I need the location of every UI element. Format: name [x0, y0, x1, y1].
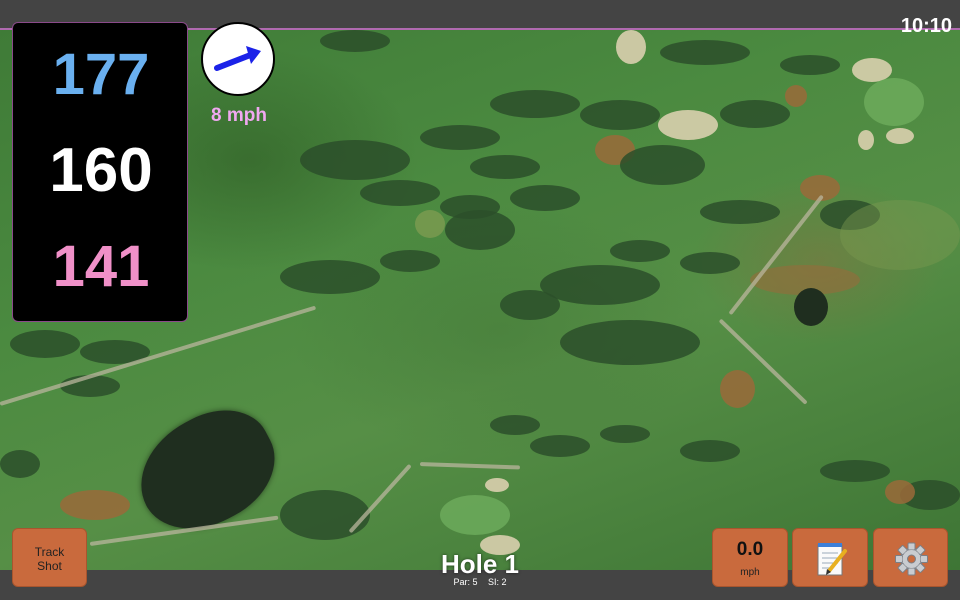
- track-shot-button[interactable]: Track Shot: [12, 528, 87, 587]
- hole-info: Par: 5 SI: 2: [380, 577, 580, 587]
- hole-par: Par: 5: [453, 577, 478, 587]
- wind-indicator[interactable]: [201, 22, 275, 96]
- hole-stroke-index: SI: 2: [488, 577, 507, 587]
- speed-button[interactable]: 0.0 mph: [712, 528, 788, 587]
- gear-icon: [895, 542, 928, 576]
- notepad-icon: [817, 543, 847, 576]
- hole-title: Hole 1: [440, 549, 520, 579]
- distance-middle: 160: [49, 136, 153, 205]
- speed-unit: mph: [740, 567, 760, 578]
- notes-button[interactable]: [792, 528, 868, 587]
- settings-button[interactable]: [873, 528, 948, 587]
- pond: [794, 288, 828, 326]
- distance-front: 141: [52, 234, 150, 299]
- track-shot-label-line2: Shot: [37, 559, 62, 573]
- speed-value: 0.0: [736, 539, 764, 560]
- wind-speed: 8 mph: [211, 105, 267, 126]
- distance-panel: 177 160 141: [12, 22, 188, 322]
- clock: 10:10: [900, 15, 952, 37]
- wind-arrow-icon: [214, 46, 261, 71]
- distance-back: 177: [52, 42, 150, 107]
- track-shot-label-line1: Track: [34, 545, 65, 559]
